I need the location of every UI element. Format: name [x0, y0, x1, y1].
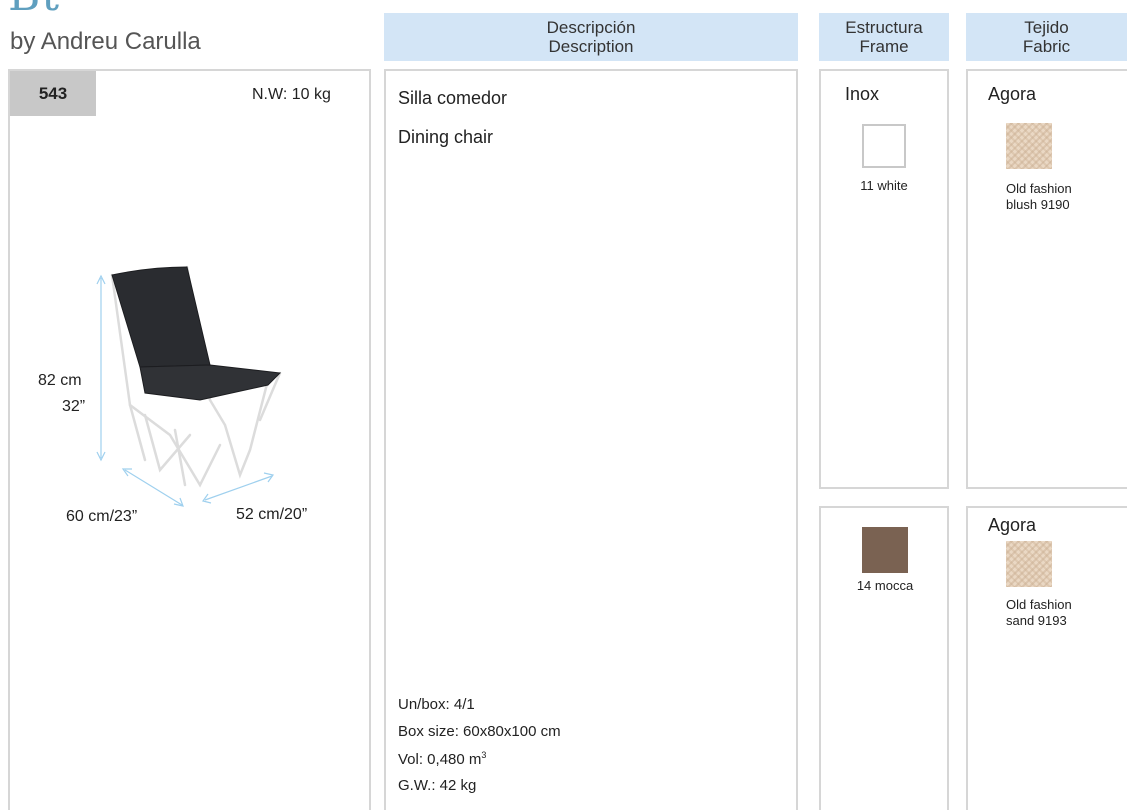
box-size: Box size: 60x80x100 cm: [398, 723, 561, 740]
units-per-box: Un/box: 4/1: [398, 696, 475, 713]
net-weight: N.W: 10 kg: [252, 86, 331, 103]
header-description-es: Descripción: [546, 18, 636, 37]
fabric-label-sand-line1: Old fashion: [1006, 597, 1072, 612]
frame-swatch-white: [862, 124, 906, 168]
height-in-label: 32”: [62, 398, 86, 415]
height-cm-label: 82 cm: [38, 372, 82, 389]
fabric-label-sand-line2: sand 9193: [1006, 613, 1067, 628]
product-name-en: Dining chair: [398, 127, 494, 147]
volume-value: Vol: 0,480 m: [398, 751, 482, 768]
fabric-swatch-sand: [1006, 541, 1052, 587]
volume: Vol: 0,480 m3: [398, 750, 486, 768]
fabric-label-blush-line2: blush 9190: [1006, 197, 1070, 212]
product-code: 543: [10, 71, 96, 116]
fabric-swatch-blush: [1006, 123, 1052, 169]
width-label: 60 cm/23”: [66, 508, 138, 525]
header-fabric-es: Tejido: [1024, 18, 1069, 37]
header-description: Descripción Description: [384, 13, 798, 61]
header-frame: Estructura Frame: [819, 13, 949, 61]
series-title: Bt: [8, 0, 60, 21]
fabric-name-2: Agora: [988, 515, 1037, 535]
header-description-en: Description: [548, 37, 634, 56]
header-fabric-en: Fabric: [1022, 37, 1071, 56]
fabric-swatch-label-blush: Old fashion blush 9190: [1006, 181, 1072, 213]
product-name-es: Silla comedor: [398, 88, 508, 108]
dimension-lines: [96, 274, 275, 507]
fabric-swatch-label-sand: Old fashion sand 9193: [1006, 597, 1072, 629]
fabric-label-blush-line1: Old fashion: [1006, 181, 1072, 196]
frame-swatch-mocca: [862, 527, 908, 573]
depth-label: 52 cm/20”: [236, 506, 308, 523]
fabric-name-1: Agora: [988, 84, 1037, 104]
gross-weight: G.W.: 42 kg: [398, 777, 477, 794]
volume-unit-exponent: 3: [481, 750, 487, 760]
frame-swatch-label-white: 11 white: [860, 178, 908, 193]
header-frame-en: Frame: [859, 37, 909, 56]
frame-material: Inox: [845, 84, 880, 104]
designer-credit: by Andreu Carulla: [10, 28, 201, 55]
header-fabric: Tejido Fabric: [966, 13, 1127, 61]
header-frame-es: Estructura: [845, 18, 923, 37]
frame-swatch-label-mocca: 14 mocca: [856, 578, 914, 593]
